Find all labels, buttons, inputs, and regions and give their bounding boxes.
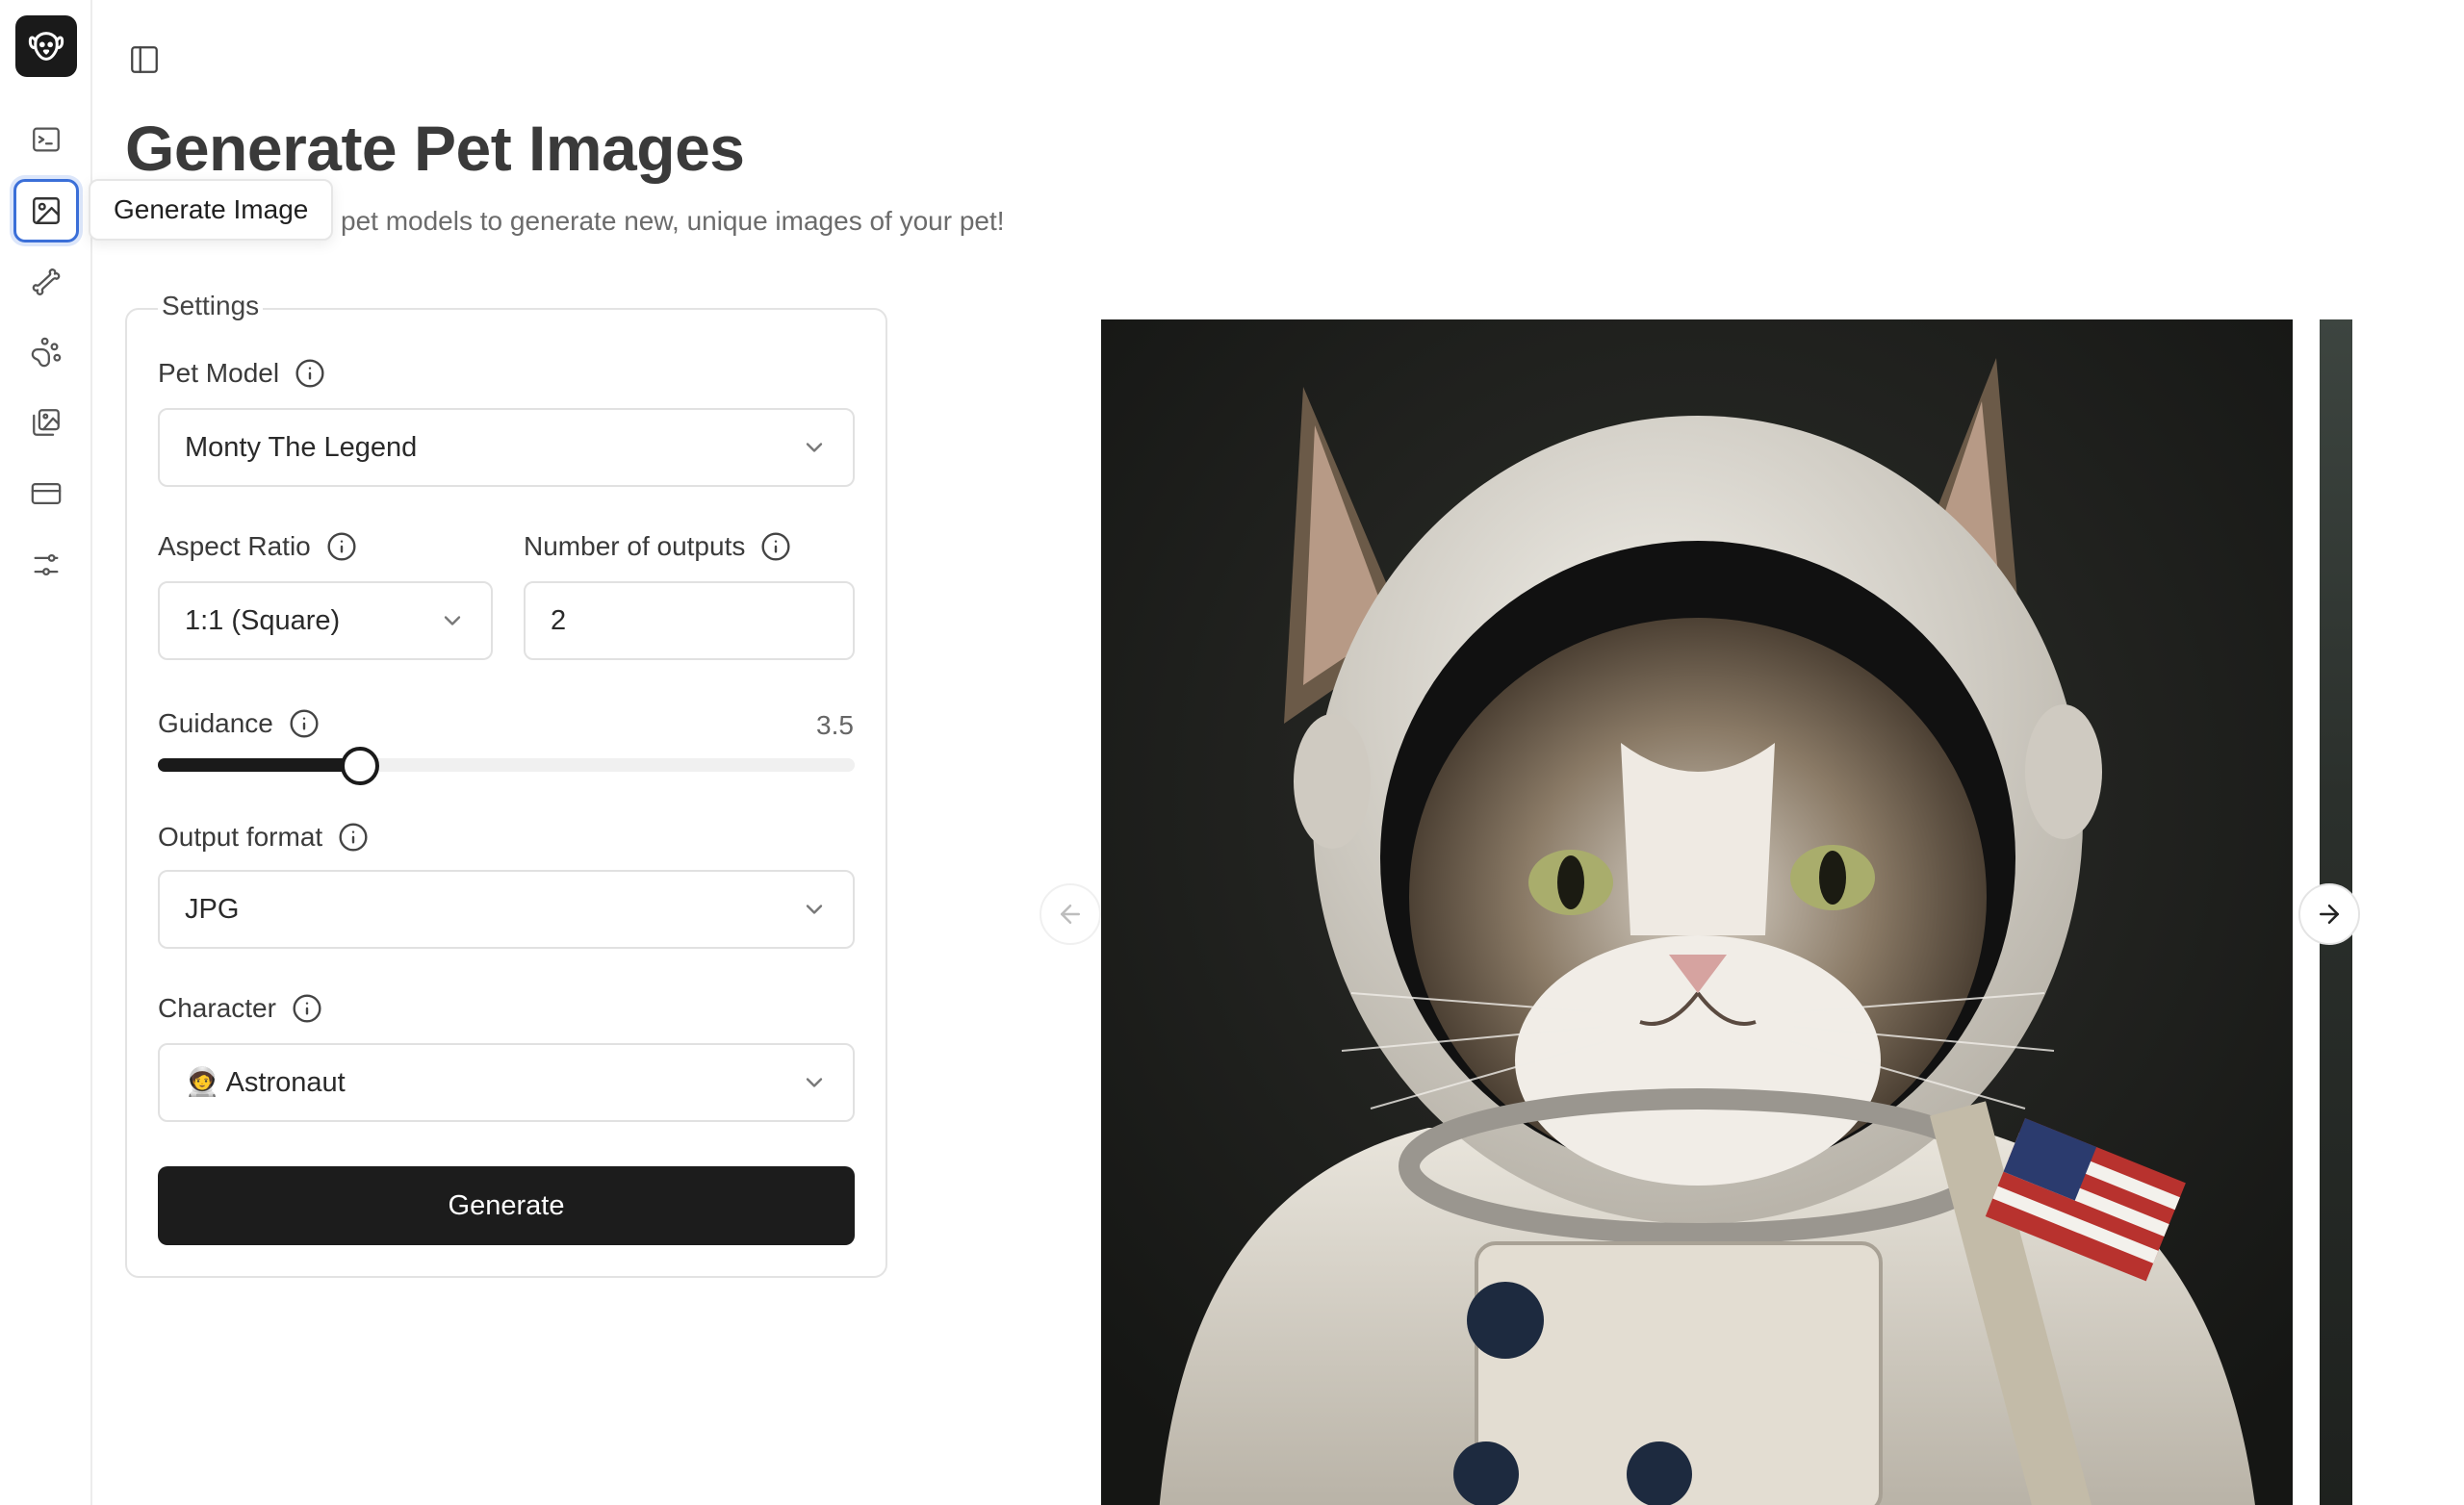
generate-button[interactable]: Generate	[158, 1166, 855, 1245]
chevron-down-icon	[444, 616, 461, 625]
output-format-value: JPG	[185, 893, 240, 925]
chevron-down-icon	[806, 443, 823, 452]
panel-left-icon	[131, 46, 158, 73]
carousel-prev-button[interactable]	[1040, 883, 1101, 945]
pet-model-label: Pet Model	[158, 358, 325, 389]
info-icon[interactable]	[760, 531, 791, 562]
pet-model-value: Monty The Legend	[185, 431, 418, 463]
pet-model-select[interactable]: Monty The Legend	[158, 408, 855, 487]
sidebar-item-train[interactable]	[13, 250, 79, 314]
character-label-text: Character	[158, 993, 276, 1023]
info-icon[interactable]	[289, 708, 320, 739]
output-format-label-text: Output format	[158, 822, 323, 852]
character-value: 🧑‍🚀 Astronaut	[185, 1067, 346, 1098]
page-title: Generate Pet Images	[125, 113, 745, 184]
pet-model-label-text: Pet Model	[158, 358, 280, 388]
astronaut-cat-image	[1101, 319, 2293, 1505]
sidebar-tooltip: Generate Image	[89, 179, 334, 241]
paw-icon	[31, 337, 62, 368]
info-icon[interactable]	[326, 531, 357, 562]
sidebar-item-terminal[interactable]	[13, 108, 79, 171]
output-format-select[interactable]: JPG	[158, 870, 855, 949]
character-select[interactable]: 🧑‍🚀 Astronaut	[158, 1043, 855, 1122]
sidebar-item-billing[interactable]	[13, 462, 79, 525]
aspect-ratio-label-text: Aspect Ratio	[158, 531, 311, 561]
dog-face-icon	[28, 32, 64, 61]
arrow-right-icon	[2320, 905, 2339, 924]
aspect-ratio-value: 1:1 (Square)	[185, 604, 341, 636]
info-icon[interactable]	[292, 993, 322, 1024]
aspect-ratio-label: Aspect Ratio	[158, 531, 357, 562]
aspect-ratio-select[interactable]: 1:1 (Square)	[158, 581, 493, 660]
arrow-left-icon	[1061, 905, 1080, 924]
guidance-value: 3.5	[816, 710, 854, 740]
page-subtitle: pet models to generate new, unique image…	[341, 206, 1005, 236]
settings-legend: Settings	[158, 291, 264, 321]
gallery-icon	[33, 409, 60, 436]
settings-sliders-icon	[34, 553, 59, 576]
sidebar-item-gallery[interactable]	[13, 391, 79, 454]
num-outputs-label: Number of outputs	[524, 531, 791, 562]
info-icon[interactable]	[338, 822, 369, 853]
info-icon[interactable]	[295, 358, 325, 389]
chevron-down-icon	[806, 1078, 823, 1087]
guidance-slider-thumb[interactable]	[340, 747, 379, 785]
sidebar-item-generate-image[interactable]	[13, 179, 79, 242]
output-format-label: Output format	[158, 822, 369, 853]
character-label: Character	[158, 993, 322, 1024]
chevron-down-icon	[806, 905, 823, 914]
sidebar-item-settings[interactable]	[13, 533, 79, 597]
sidebar-item-pets[interactable]	[13, 320, 79, 384]
toggle-sidebar-button[interactable]	[125, 40, 164, 79]
terminal-icon	[33, 127, 60, 152]
guidance-slider-fill	[158, 758, 360, 772]
guidance-label-text: Guidance	[158, 708, 273, 738]
image-icon	[33, 197, 60, 224]
guidance-slider[interactable]	[158, 758, 855, 772]
generated-image[interactable]	[1101, 319, 2293, 1505]
num-outputs-value: 2	[551, 604, 567, 636]
carousel-next-button[interactable]	[2298, 883, 2360, 945]
guidance-label: Guidance	[158, 708, 320, 739]
credit-card-icon	[31, 482, 62, 505]
sidebar	[0, 0, 92, 1505]
app-logo[interactable]	[15, 15, 77, 77]
bone-icon	[32, 268, 61, 295]
num-outputs-label-text: Number of outputs	[524, 531, 746, 561]
num-outputs-input[interactable]: 2	[524, 581, 855, 660]
